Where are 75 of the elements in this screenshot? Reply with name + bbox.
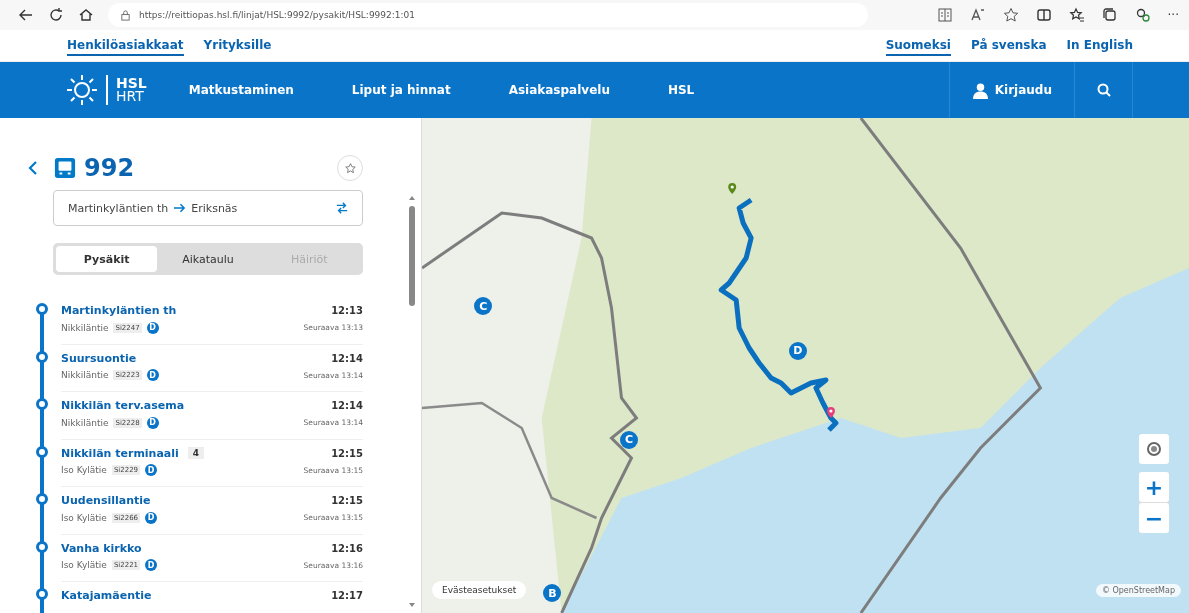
bus-icon [54, 157, 76, 179]
split-screen-icon[interactable] [1035, 7, 1052, 23]
departure-time: 12:15 [331, 447, 363, 459]
route-number: 992 [84, 154, 135, 182]
nav-link[interactable]: Liput ja hinnat [341, 83, 471, 97]
departure-time: 12:17 [331, 590, 363, 601]
logo[interactable]: HSL HRT [66, 74, 147, 106]
destination-stop: Eriksnäs [191, 201, 238, 215]
refresh-icon[interactable] [48, 7, 64, 23]
stop-name-link[interactable]: Katajamäentie [61, 589, 152, 602]
zoom-in-button[interactable]: + [1139, 472, 1169, 502]
direction-selector[interactable]: Martinkyläntien th Eriksnäs [53, 190, 363, 226]
address-bar[interactable]: https://reittiopas.hsl.fi/linjat/HSL:9992/pysakit/HSL:9992:1:01 [108, 3, 868, 27]
platform-number: 4 [187, 447, 205, 459]
reader-view-icon[interactable] [936, 7, 953, 23]
language-link[interactable]: Suomeksi [885, 35, 951, 56]
read-aloud-icon[interactable] [969, 7, 986, 23]
stop-name-link[interactable]: Vanha kirkko [61, 541, 142, 555]
collections-icon[interactable] [1101, 7, 1118, 23]
nav-link[interactable]: HSL [657, 83, 715, 97]
map-attribution[interactable]: © OpenStreetMap [1095, 584, 1181, 597]
favorites-icon[interactable] [1068, 7, 1085, 23]
arrow-icon [173, 203, 187, 213]
zone-icon: D [146, 369, 159, 381]
cookie-settings-button[interactable]: Evästeasetukset [432, 581, 527, 599]
lock-icon [120, 9, 131, 21]
departure-time: 12:14 [331, 400, 363, 411]
logo-text: HSL [116, 77, 147, 90]
audience-link[interactable]: Henkilöasiakkaat [67, 35, 184, 56]
more-menu-button[interactable]: ··· [1167, 8, 1179, 22]
start-pin-icon [728, 183, 737, 194]
person-icon [971, 81, 989, 99]
stop-name-link[interactable]: Nikkilän terminaali [61, 446, 179, 460]
zone-icon: D [146, 416, 159, 429]
stop-name-link[interactable]: Martinkyläntien th [61, 304, 177, 317]
street-name: Iso Kylätie [61, 465, 107, 475]
language-link[interactable]: På svenska [970, 35, 1047, 56]
departure-time: 12:16 [331, 542, 363, 554]
home-icon[interactable] [78, 7, 94, 23]
end-pin-icon [826, 407, 835, 418]
stop-name-link[interactable]: Suursuontie [61, 351, 137, 365]
star-icon [343, 161, 357, 175]
street-name: Iso Kylätie [61, 560, 107, 570]
zoom-out-button[interactable]: − [1139, 503, 1169, 533]
star-icon[interactable] [1002, 7, 1019, 23]
departure-time: 12:14 [331, 352, 363, 364]
stop-name-link[interactable]: Nikkilän terv.asema [61, 399, 185, 412]
tab[interactable]: Pysäkit [56, 246, 158, 272]
street-name: Nikkiläntie [61, 370, 109, 380]
street-name: Nikkiläntie [61, 417, 109, 428]
street-name: Iso Kylätie [61, 512, 107, 523]
extension-icon[interactable] [1134, 7, 1151, 23]
map[interactable]: C D C Evästeasetukset B + − © OpenStreetMap [422, 118, 1189, 613]
logo-subtext: HRT [116, 90, 145, 103]
zone-icon: D [145, 559, 158, 571]
language-link[interactable]: In English [1066, 35, 1133, 56]
tab[interactable]: Aikataulu [157, 246, 259, 272]
zone-icon: D [145, 464, 158, 476]
back-icon[interactable] [18, 7, 34, 23]
locate-icon [1146, 441, 1162, 457]
swap-icon[interactable] [336, 202, 348, 214]
departure-time: 12:13 [331, 305, 363, 316]
audience-link[interactable]: Yrityksille [203, 35, 272, 56]
nav-link[interactable]: Asiakaspalvelu [498, 83, 630, 97]
url-text: https://reittiopas.hsl.fi/linjat/HSL:9992/pysakit/HSL:9992:1:01 [139, 10, 416, 20]
departure-time: 12:15 [331, 495, 363, 506]
search-icon [1095, 82, 1112, 98]
sun-logo-icon [66, 74, 98, 106]
nav-link[interactable]: Matkustaminen [178, 83, 314, 97]
locate-button[interactable] [1139, 434, 1169, 464]
origin-stop: Martinkyläntien th [68, 201, 169, 215]
street-name: Nikkiläntie [61, 322, 109, 333]
zone-icon: D [146, 321, 159, 334]
stop-name-link[interactable]: Uudensillantie [61, 494, 151, 507]
zone-icon: D [145, 511, 158, 524]
